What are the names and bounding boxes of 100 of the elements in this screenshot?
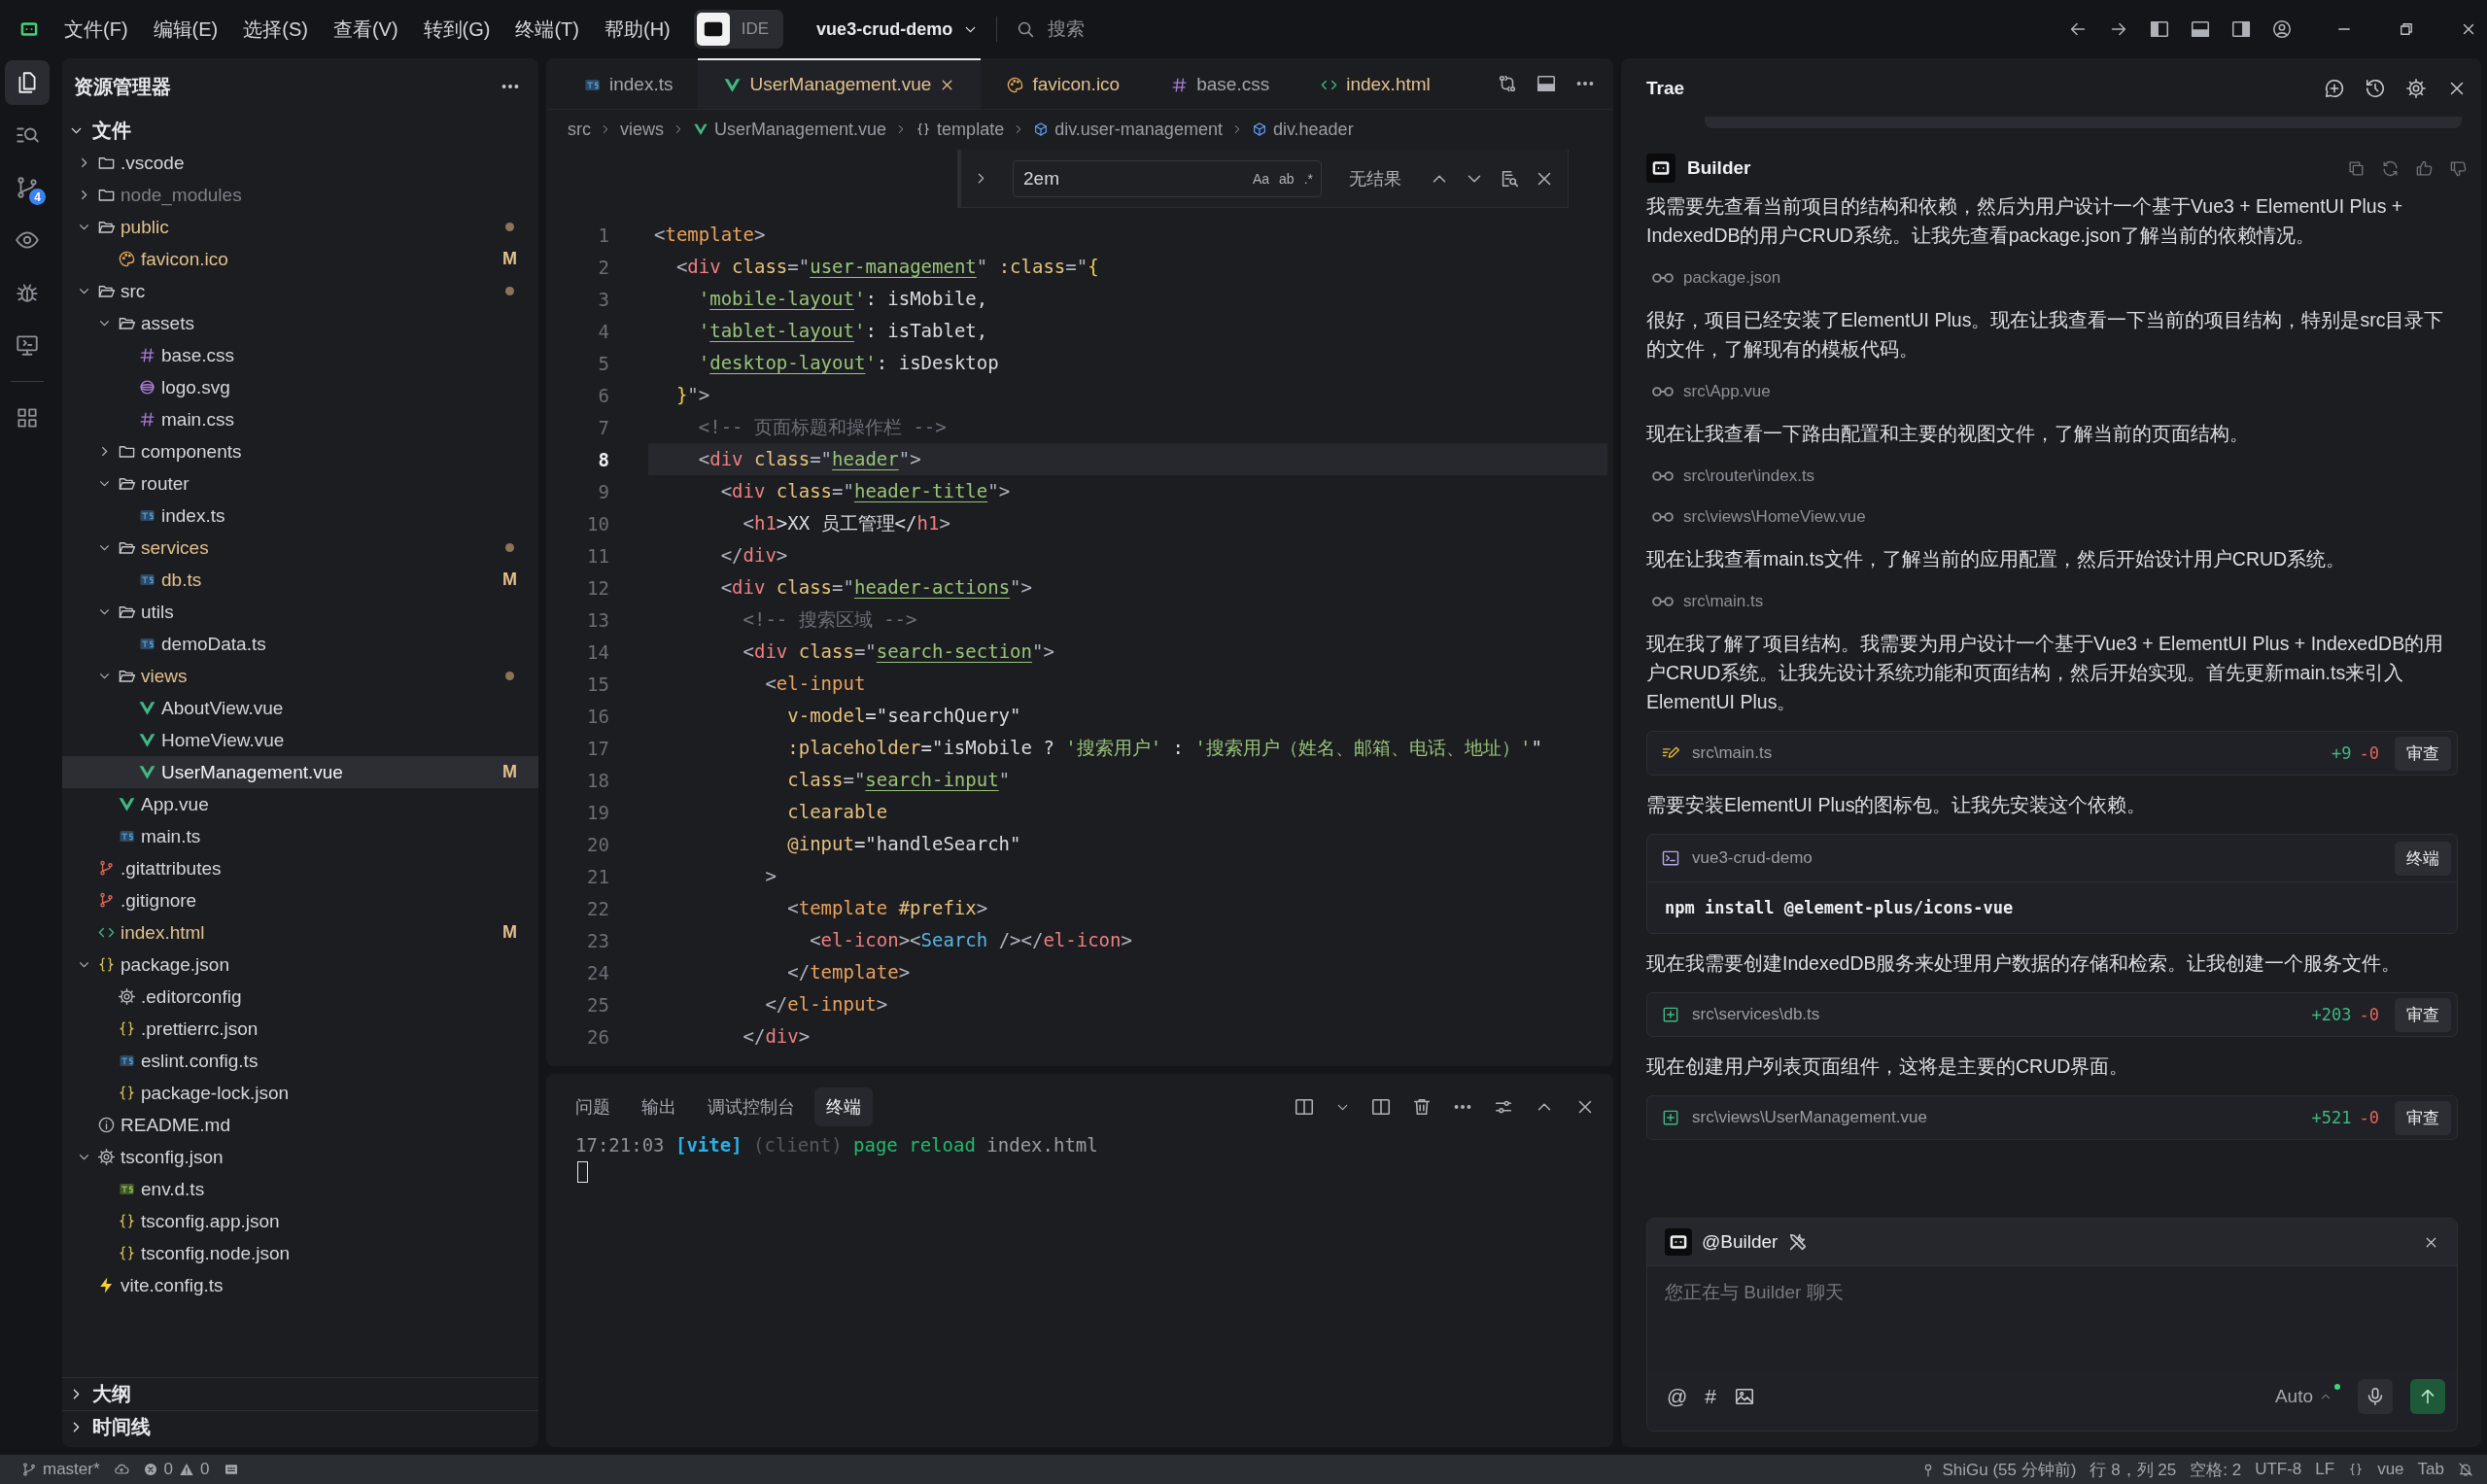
menu-item[interactable]: 文件(F) bbox=[64, 16, 128, 43]
section-header[interactable]: 文件 bbox=[62, 115, 538, 147]
tree-item[interactable]: db.ts M bbox=[62, 564, 538, 596]
panel-tab[interactable]: 问题 bbox=[564, 1087, 622, 1126]
trash-icon[interactable] bbox=[1411, 1096, 1433, 1118]
right-panel-layout-icon[interactable] bbox=[2230, 18, 2252, 40]
tree-item[interactable]: README.md bbox=[62, 1109, 538, 1141]
file-link[interactable]: package.json bbox=[1683, 267, 1781, 288]
sidebar-layout-icon[interactable] bbox=[2149, 18, 2170, 40]
tree-item[interactable]: utils bbox=[62, 596, 538, 628]
breadcrumb-item[interactable]: div.user-management bbox=[1033, 119, 1223, 140]
tree-item[interactable]: .vscode bbox=[62, 147, 538, 179]
compare-changes-icon[interactable] bbox=[1497, 73, 1518, 94]
input-action[interactable]: @ bbox=[1667, 1385, 1688, 1408]
tree-item[interactable]: vite.config.ts bbox=[62, 1269, 538, 1301]
tree-item[interactable]: package-lock.json bbox=[62, 1077, 538, 1109]
tree-item[interactable]: .gitignore bbox=[62, 884, 538, 916]
status-item[interactable]: Tab bbox=[2417, 1460, 2444, 1479]
tree-item[interactable]: index.ts bbox=[62, 500, 538, 532]
file-link[interactable]: src\main.ts bbox=[1683, 591, 1764, 611]
tree-item[interactable]: App.vue bbox=[62, 788, 538, 820]
tree-item[interactable]: views bbox=[62, 660, 538, 692]
image-icon[interactable] bbox=[1734, 1386, 1755, 1407]
blame-status[interactable]: ShiGu (55 分钟前) bbox=[1920, 1458, 2077, 1481]
panel-tab[interactable]: 调试控制台 bbox=[696, 1087, 807, 1126]
menu-item[interactable]: 选择(S) bbox=[243, 16, 308, 43]
menu-item[interactable]: 编辑(E) bbox=[153, 16, 219, 43]
tree-item[interactable]: index.html M bbox=[62, 916, 538, 949]
find-option-toggle[interactable]: ab bbox=[1279, 170, 1295, 187]
panel-tab[interactable]: 终端 bbox=[814, 1087, 873, 1126]
tree-item[interactable]: components bbox=[62, 435, 538, 467]
menu-item[interactable]: 查看(V) bbox=[332, 16, 398, 43]
status-item[interactable]: 行 8，列 25 bbox=[2090, 1458, 2177, 1481]
status-item[interactable]: UTF-8 bbox=[2255, 1460, 2302, 1479]
keyboard-icon[interactable] bbox=[223, 1462, 239, 1477]
voice-button[interactable] bbox=[2358, 1379, 2393, 1414]
editor-tab[interactable]: base.css bbox=[1145, 58, 1295, 109]
tree-item[interactable]: tsconfig.node.json bbox=[62, 1237, 538, 1269]
file-path[interactable]: src\views\UserManagement.vue bbox=[1692, 1108, 1927, 1127]
sync-icon[interactable] bbox=[113, 1462, 129, 1477]
tree-item[interactable]: base.css bbox=[62, 339, 538, 371]
tree-item[interactable]: .editorconfig bbox=[62, 981, 538, 1013]
menu-item[interactable]: 转到(G) bbox=[423, 16, 491, 43]
model-selector[interactable]: Auto bbox=[2274, 1386, 2332, 1407]
tree-item[interactable]: tsconfig.app.json bbox=[62, 1205, 538, 1237]
tree-item[interactable]: public bbox=[62, 211, 538, 243]
activity-button[interactable] bbox=[5, 60, 50, 105]
panel-layout-icon[interactable] bbox=[2190, 18, 2211, 40]
tree-item[interactable]: AboutView.vue bbox=[62, 692, 538, 724]
tree-item[interactable]: main.css bbox=[62, 403, 538, 435]
builder-mode-button[interactable] bbox=[696, 13, 730, 46]
status-item[interactable]: 空格: 2 bbox=[2190, 1458, 2242, 1481]
find-option-toggle[interactable]: Aa bbox=[1252, 170, 1270, 187]
file-link[interactable]: src\views\HomeView.vue bbox=[1683, 506, 1866, 527]
tree-item[interactable]: .gitattributes bbox=[62, 852, 538, 884]
chat-input-field[interactable]: @Builder 您正在与 Builder 聊天 @ # Auto bbox=[1646, 1218, 2458, 1432]
history-icon[interactable] bbox=[2365, 78, 2386, 99]
activity-button[interactable]: 4 bbox=[5, 165, 50, 210]
tree-item[interactable]: favicon.ico M bbox=[62, 243, 538, 275]
settings-icon[interactable] bbox=[2405, 78, 2427, 99]
status-item[interactable]: LF bbox=[2315, 1460, 2335, 1479]
editor-tab[interactable]: index.html bbox=[1295, 58, 1456, 109]
editor-tab[interactable]: favicon.ico bbox=[981, 58, 1146, 109]
tree-item[interactable]: logo.svg bbox=[62, 371, 538, 403]
tree-item[interactable]: demoData.ts bbox=[62, 628, 538, 660]
tree-item[interactable]: tsconfig.json bbox=[62, 1141, 538, 1173]
file-link[interactable]: src\App.vue bbox=[1683, 381, 1771, 401]
file-link[interactable]: src\router\index.ts bbox=[1683, 466, 1815, 486]
menu-item[interactable]: 帮助(H) bbox=[604, 16, 671, 43]
review-button[interactable]: 审查 bbox=[2395, 1100, 2451, 1135]
search-field[interactable]: 搜索 bbox=[1046, 17, 1167, 41]
split-terminal-icon[interactable] bbox=[1294, 1096, 1315, 1118]
project-switcher[interactable]: vue3-crud-demo bbox=[816, 18, 980, 40]
problems-status[interactable]: 0 0 bbox=[142, 1460, 210, 1479]
tree-item[interactable]: assets bbox=[62, 307, 538, 339]
ide-mode-button[interactable]: IDE bbox=[729, 13, 781, 46]
input-action[interactable]: # bbox=[1705, 1385, 1716, 1408]
split-icon[interactable] bbox=[1370, 1096, 1392, 1118]
account-icon[interactable] bbox=[2271, 18, 2293, 40]
tree-item[interactable]: eslint.config.ts bbox=[62, 1045, 538, 1077]
tree-item[interactable]: HomeView.vue bbox=[62, 724, 538, 756]
status-item[interactable]: vue bbox=[2377, 1460, 2404, 1479]
section-header[interactable]: 时间线 bbox=[62, 1410, 538, 1443]
tree-item[interactable]: router bbox=[62, 467, 538, 500]
tree-item[interactable]: .prettierrc.json bbox=[62, 1013, 538, 1045]
new-chat-icon[interactable] bbox=[2324, 78, 2345, 99]
find-field[interactable]: 2em Aa ab .* bbox=[1013, 159, 1322, 197]
tree-item[interactable]: main.ts bbox=[62, 820, 538, 852]
editor-tab[interactable]: UserManagement.vue bbox=[698, 58, 982, 109]
split-layout-icon[interactable] bbox=[1536, 73, 1557, 94]
tree-item[interactable]: node_modules bbox=[62, 179, 538, 211]
tree-item[interactable]: env.d.ts bbox=[62, 1173, 538, 1205]
branch-status[interactable]: master* bbox=[21, 1460, 100, 1479]
braces-icon[interactable] bbox=[2348, 1462, 2365, 1477]
review-button[interactable]: 审查 bbox=[2395, 997, 2451, 1032]
breadcrumb-item[interactable]: div.header bbox=[1251, 119, 1354, 140]
breadcrumb-item[interactable]: UserManagement.vue bbox=[693, 119, 887, 140]
notifications-off-icon[interactable] bbox=[2458, 1462, 2473, 1477]
breadcrumb-item[interactable]: views bbox=[620, 119, 664, 140]
file-path[interactable]: src\services\db.ts bbox=[1692, 1005, 1820, 1024]
